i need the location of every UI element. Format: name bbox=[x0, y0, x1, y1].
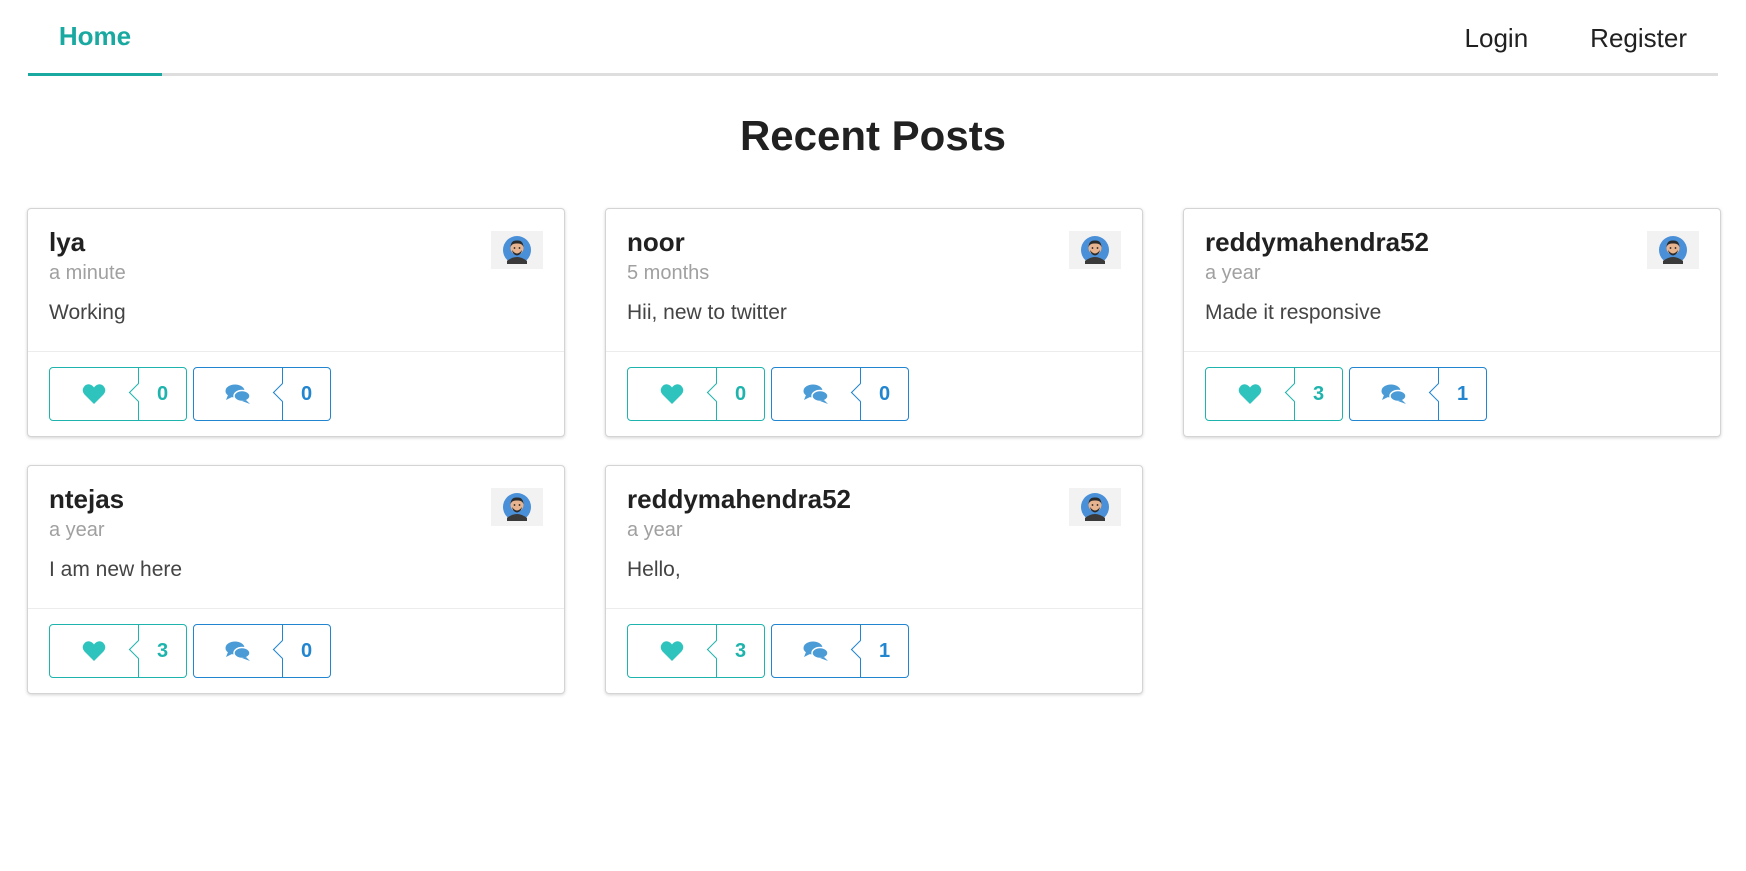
comments-icon bbox=[803, 383, 829, 405]
like-count[interactable]: 3 bbox=[139, 624, 187, 678]
like-count[interactable]: 3 bbox=[717, 624, 765, 678]
post-card-content: reddymahendra52 a year Made it responsiv… bbox=[1184, 209, 1720, 352]
top-navbar: Home Login Register bbox=[28, 0, 1718, 76]
nav-right-menu: Login Register bbox=[1434, 0, 1718, 76]
post-card-content: reddymahendra52 a year Hello, bbox=[606, 466, 1142, 609]
post-timestamp: a year bbox=[1205, 262, 1261, 285]
comments-icon bbox=[225, 383, 251, 405]
post-actions: 3 1 bbox=[606, 609, 1142, 693]
heart-icon bbox=[1238, 383, 1262, 405]
nav-register-link[interactable]: Register bbox=[1559, 23, 1718, 54]
comment-button[interactable]: 1 bbox=[1349, 367, 1487, 421]
page-title: Recent Posts bbox=[739, 112, 1007, 159]
like-button-main[interactable] bbox=[627, 367, 717, 421]
post-actions: 0 0 bbox=[606, 352, 1142, 436]
like-button[interactable]: 0 bbox=[627, 367, 765, 421]
post-body: I am new here bbox=[49, 558, 183, 582]
like-button-main[interactable] bbox=[627, 624, 717, 678]
nav-login-link[interactable]: Login bbox=[1434, 23, 1560, 54]
comment-button[interactable]: 0 bbox=[771, 367, 909, 421]
avatar bbox=[1069, 231, 1121, 269]
post-card: ntejas a year I am new here 3 0 bbox=[27, 465, 565, 694]
comment-button-main[interactable] bbox=[771, 367, 861, 421]
post-timestamp: a minute bbox=[49, 262, 126, 285]
comment-button-main[interactable] bbox=[193, 624, 283, 678]
avatar bbox=[1647, 231, 1699, 269]
comment-button[interactable]: 1 bbox=[771, 624, 909, 678]
posts-grid: lya a minute Working 0 0 noor 5 months H… bbox=[27, 208, 1721, 694]
like-button-main[interactable] bbox=[49, 624, 139, 678]
nav-home-link[interactable]: Home bbox=[28, 0, 162, 76]
user-avatar-icon bbox=[1081, 236, 1109, 264]
post-body: Hii, new to twitter bbox=[627, 301, 787, 325]
post-card: reddymahendra52 a year Made it responsiv… bbox=[1183, 208, 1721, 437]
user-avatar-icon bbox=[1081, 493, 1109, 521]
heart-icon bbox=[660, 640, 684, 662]
heart-icon bbox=[82, 640, 106, 662]
post-timestamp: a year bbox=[49, 519, 105, 542]
comment-count[interactable]: 1 bbox=[1439, 367, 1487, 421]
comment-count[interactable]: 1 bbox=[861, 624, 909, 678]
comment-button-main[interactable] bbox=[1349, 367, 1439, 421]
like-button-main[interactable] bbox=[1205, 367, 1295, 421]
post-body: Hello, bbox=[627, 558, 681, 582]
post-card: noor 5 months Hii, new to twitter 0 0 bbox=[605, 208, 1143, 437]
user-avatar-icon bbox=[503, 236, 531, 264]
like-button[interactable]: 0 bbox=[49, 367, 187, 421]
post-card: reddymahendra52 a year Hello, 3 1 bbox=[605, 465, 1143, 694]
comment-button[interactable]: 0 bbox=[193, 624, 331, 678]
heart-icon bbox=[660, 383, 684, 405]
post-actions: 0 0 bbox=[28, 352, 564, 436]
like-button-main[interactable] bbox=[49, 367, 139, 421]
post-actions: 3 1 bbox=[1184, 352, 1720, 436]
like-button[interactable]: 3 bbox=[1205, 367, 1343, 421]
post-card-content: lya a minute Working bbox=[28, 209, 564, 352]
post-username: reddymahendra52 bbox=[627, 484, 851, 514]
like-button[interactable]: 3 bbox=[49, 624, 187, 678]
avatar bbox=[1069, 488, 1121, 526]
comments-icon bbox=[225, 640, 251, 662]
post-username: noor bbox=[627, 227, 685, 257]
post-actions: 3 0 bbox=[28, 609, 564, 693]
post-card-content: noor 5 months Hii, new to twitter bbox=[606, 209, 1142, 352]
post-timestamp: a year bbox=[627, 519, 683, 542]
comment-count[interactable]: 0 bbox=[283, 367, 331, 421]
post-card: lya a minute Working 0 0 bbox=[27, 208, 565, 437]
comments-icon bbox=[803, 640, 829, 662]
avatar bbox=[491, 488, 543, 526]
like-count[interactable]: 3 bbox=[1295, 367, 1343, 421]
user-avatar-icon bbox=[503, 493, 531, 521]
heart-icon bbox=[82, 383, 106, 405]
comments-icon bbox=[1381, 383, 1407, 405]
comment-count[interactable]: 0 bbox=[283, 624, 331, 678]
comment-count[interactable]: 0 bbox=[861, 367, 909, 421]
like-count[interactable]: 0 bbox=[717, 367, 765, 421]
user-avatar-icon bbox=[1659, 236, 1687, 264]
comment-button-main[interactable] bbox=[193, 367, 283, 421]
post-username: ntejas bbox=[49, 484, 125, 514]
post-timestamp: 5 months bbox=[627, 262, 710, 285]
post-username: lya bbox=[49, 227, 86, 257]
like-button[interactable]: 3 bbox=[627, 624, 765, 678]
comment-button[interactable]: 0 bbox=[193, 367, 331, 421]
comment-button-main[interactable] bbox=[771, 624, 861, 678]
post-body: Working bbox=[49, 301, 126, 325]
avatar bbox=[491, 231, 543, 269]
post-username: reddymahendra52 bbox=[1205, 227, 1429, 257]
post-card-content: ntejas a year I am new here bbox=[28, 466, 564, 609]
like-count[interactable]: 0 bbox=[139, 367, 187, 421]
post-body: Made it responsive bbox=[1205, 301, 1382, 325]
